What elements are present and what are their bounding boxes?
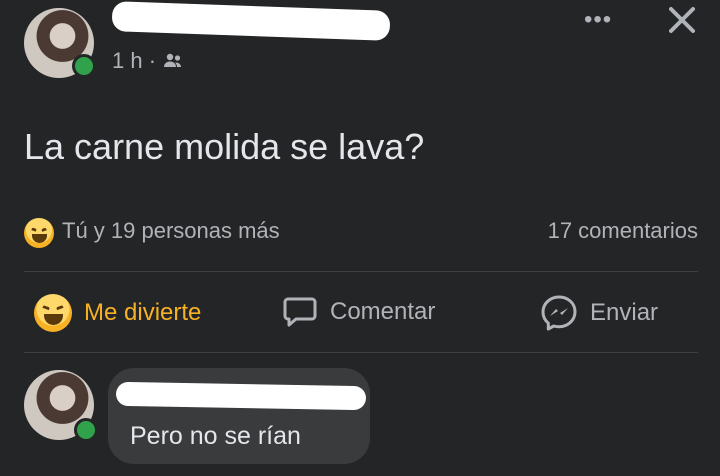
haha-icon	[34, 294, 72, 332]
comment-text: Pero no se rían	[130, 422, 301, 450]
send-button-label: Enviar	[590, 299, 659, 326]
react-button[interactable]: Me divierte	[34, 294, 201, 332]
messenger-icon	[540, 294, 578, 332]
more-options-icon[interactable]: •••	[584, 6, 612, 33]
haha-reaction-icon	[24, 218, 54, 248]
comment-bubble[interactable]: Pero no se rían	[108, 368, 370, 464]
post-meta: 1 h ·	[112, 48, 184, 74]
reaction-summary[interactable]: Tú y 19 personas más	[62, 218, 280, 244]
react-button-label: Me divierte	[84, 299, 202, 326]
comment-button-label: Comentar	[330, 298, 436, 325]
comments-count[interactable]: 17 comentarios	[548, 218, 698, 244]
divider-top	[24, 271, 698, 272]
comment-bubble-icon	[282, 294, 318, 330]
divider-bottom	[24, 352, 698, 353]
send-button[interactable]: Enviar	[540, 294, 658, 332]
comment-button[interactable]: Comentar	[282, 294, 435, 330]
close-icon[interactable]	[664, 2, 700, 38]
audience-friends-icon[interactable]	[162, 50, 184, 72]
author-name-redacted	[111, 1, 391, 41]
post-text: La carne molida se lava?	[24, 126, 425, 167]
commenter-online-dot	[74, 418, 98, 442]
commenter-name-redacted	[115, 381, 367, 411]
post-time[interactable]: 1 h ·	[112, 48, 156, 74]
online-status-dot	[72, 54, 96, 78]
